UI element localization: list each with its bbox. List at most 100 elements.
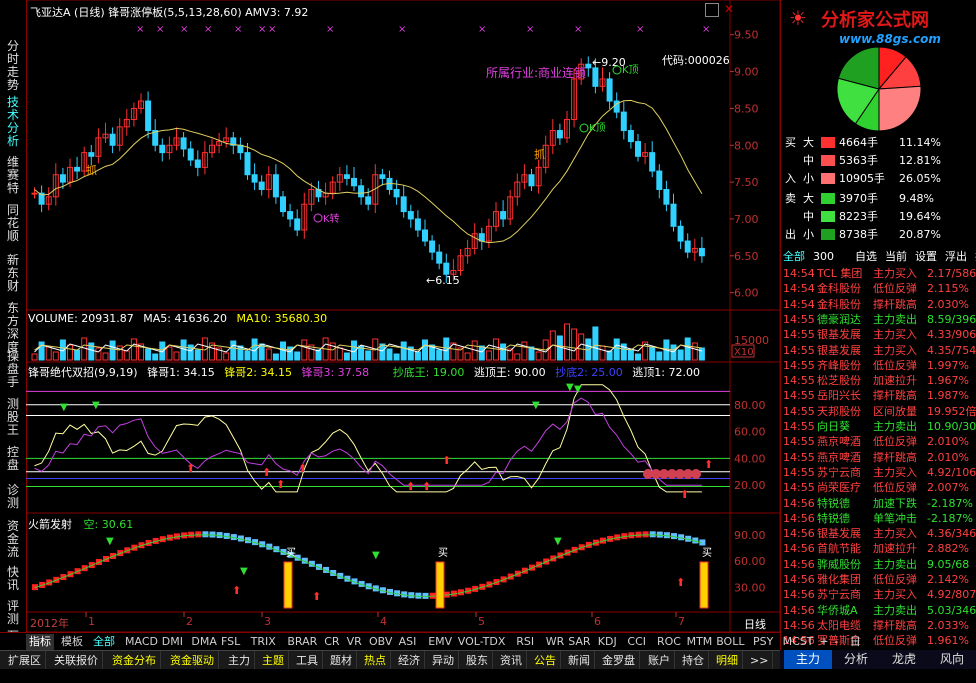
left-tab-10[interactable]: 资金流 <box>2 520 24 559</box>
news-item[interactable]: 14:56 特锐德 单笔冲击 -2.187% <box>781 511 976 526</box>
news-item[interactable]: 14:56 特锐德 加速下跌 -2.187% <box>781 496 976 511</box>
news-item[interactable]: 14:55 德豪润达 主力卖出 8.59/396 <box>781 312 976 327</box>
status-tab-0[interactable]: 扩展区 <box>4 651 46 670</box>
indicator-tab-12[interactable]: ASI <box>396 634 420 650</box>
indicator-tab-18[interactable]: KDJ <box>595 634 620 650</box>
status-tab-8[interactable]: 热点 <box>360 651 391 670</box>
news-item[interactable]: 14:54 金科股份 低位反弹 2.115% <box>781 281 976 296</box>
left-tab-2[interactable]: 维赛特 <box>2 156 24 195</box>
indicator-tab-16[interactable]: WR <box>543 634 568 650</box>
indicator-tab-22[interactable]: BOLL <box>713 634 747 650</box>
left-tab-3[interactable]: 同花顺 <box>2 204 24 243</box>
left-tab-9[interactable]: 诊测 <box>2 484 24 510</box>
news-item[interactable]: 14:55 岳阳兴长 撑杆跳高 1.987% <box>781 388 976 403</box>
news-item[interactable]: 14:55 银基发展 主力买入 4.33/906 <box>781 327 976 342</box>
status-tab-2[interactable]: 资金分布 <box>108 651 161 670</box>
status-tab-5[interactable]: 主题 <box>258 651 289 670</box>
news-item[interactable]: 14:56 银基发展 主力买入 4.36/346 <box>781 526 976 541</box>
indicator-tab-10[interactable]: VR <box>344 634 365 650</box>
news-item[interactable]: 14:56 苏宁云商 主力买入 4.92/807 <box>781 587 976 602</box>
status-tab-6[interactable]: 工具 <box>292 651 323 670</box>
news-tab-1[interactable]: 300 <box>813 248 834 265</box>
indicator-tab-26[interactable]: - <box>832 634 842 650</box>
left-tab-5[interactable]: 东方深度 <box>2 302 24 354</box>
indicator-tab-15[interactable]: RSI <box>513 634 537 650</box>
status-tab-16[interactable]: 账户 <box>644 651 675 670</box>
news-item[interactable]: 14:55 松芝股份 加速拉升 1.967% <box>781 373 976 388</box>
indicator-tab-17[interactable]: SAR <box>565 634 593 650</box>
status-tab-10[interactable]: 异动 <box>428 651 459 670</box>
indicator-tab-27[interactable]: 日 <box>847 634 864 650</box>
news-item[interactable]: 14:55 向日葵 主力卖出 10.90/30 <box>781 419 976 434</box>
status-tab-13[interactable]: 公告 <box>530 651 561 670</box>
status-tab-1[interactable]: 关联报价 <box>50 651 103 670</box>
right-tab-bar[interactable]: 主力 分析 龙虎 风向 <box>780 650 976 669</box>
indicator-tab-2[interactable]: 全部 <box>90 634 118 650</box>
indicator-tab-5[interactable]: DMA <box>188 634 220 650</box>
indicator-tab-3[interactable]: MACD <box>122 634 161 650</box>
indicator-tab-23[interactable]: PSY <box>750 634 776 650</box>
status-tab-3[interactable]: 资金驱动 <box>166 651 219 670</box>
indicator-tab-21[interactable]: MTM <box>684 634 716 650</box>
left-tab-1[interactable]: 技术分析 <box>2 96 24 148</box>
right-tab-2[interactable]: 龙虎 <box>880 650 928 669</box>
left-tab-4[interactable]: 新东财 <box>2 254 24 293</box>
indicator-tab-20[interactable]: ROC <box>654 634 684 650</box>
left-tab-12[interactable]: 评测 <box>2 600 24 626</box>
indicator-tab-6[interactable]: FSL <box>218 634 243 650</box>
news-item[interactable]: 14:56 华侨城A 主力卖出 5.03/346 <box>781 603 976 618</box>
left-tab-11[interactable]: 快讯 <box>2 566 24 592</box>
news-item[interactable]: 14:54 金科股份 撑杆跳高 2.030% <box>781 297 976 312</box>
news-tab-5[interactable]: 浮出 <box>945 248 967 265</box>
news-tab-2[interactable]: 自选 <box>855 248 877 265</box>
news-tab-3[interactable]: 当前 <box>885 248 907 265</box>
status-tab-17[interactable]: 持仓 <box>678 651 709 670</box>
news-item[interactable]: 14:56 骅威股份 主力卖出 9.05/68 <box>781 557 976 572</box>
status-tab-4[interactable]: 主力 <box>224 651 255 670</box>
news-item[interactable]: 14:56 雅化集团 低位反弹 2.142% <box>781 572 976 587</box>
indicator-tab-14[interactable]: VOL-TDX <box>455 634 509 650</box>
indicator-bar[interactable]: 指标 模板 全部 MACD DMI DMA FSL TRIX BRAR CR VR OBV ASI EMV… <box>0 632 861 651</box>
status-tab-18[interactable]: 明细 <box>712 651 743 670</box>
news-item[interactable]: 14:55 银基发展 主力买入 4.35/754 <box>781 343 976 358</box>
indicator-tab-13[interactable]: EMV <box>425 634 455 650</box>
indicator-tab-19[interactable]: CCI <box>624 634 649 650</box>
news-item[interactable]: 14:56 首航节能 加速拉升 2.882% <box>781 541 976 556</box>
indicator-tab-0[interactable]: 指标 <box>26 634 54 650</box>
left-tab-8[interactable]: 控盘 <box>2 446 24 472</box>
news-tab-4[interactable]: 设置 <box>915 248 937 265</box>
indicator-tab-25[interactable]: + <box>816 634 831 650</box>
indicator-tab-4[interactable]: DMI <box>159 634 186 650</box>
indicator-tab-24[interactable]: MCST <box>780 634 817 650</box>
right-tab-3[interactable]: 风向 <box>928 650 976 669</box>
status-tab-15[interactable]: 金罗盘 <box>598 651 640 670</box>
news-item[interactable]: 14:55 齐峰股份 低位反弹 1.997% <box>781 358 976 373</box>
status-tab-11[interactable]: 股东 <box>462 651 493 670</box>
left-tab-7[interactable]: 测股王 <box>2 398 24 437</box>
close-icon[interactable]: ✕ <box>723 3 735 15</box>
news-item[interactable]: 14:55 尚荣医疗 低位反弹 2.007% <box>781 480 976 495</box>
status-tab-14[interactable]: 新闻 <box>564 651 595 670</box>
left-tab-0[interactable]: 分时走势 <box>2 40 24 92</box>
news-item[interactable]: 14:55 燕京啤酒 撑杆跳高 2.010% <box>781 450 976 465</box>
news-tab-0[interactable]: 全部 <box>783 248 805 265</box>
news-tabs[interactable]: 全部300自选当前设置浮出扩大 <box>781 248 976 265</box>
indicator-tab-8[interactable]: BRAR <box>284 634 320 650</box>
news-item[interactable]: 14:55 苏宁云商 主力买入 4.92/106 <box>781 465 976 480</box>
news-item[interactable]: 14:54 TCL 集团 主力买入 2.17/586 <box>781 266 976 281</box>
status-tab-9[interactable]: 经济 <box>394 651 425 670</box>
news-item[interactable]: 14:55 燕京啤酒 低位反弹 2.010% <box>781 434 976 449</box>
status-tab-7[interactable]: 题材 <box>326 651 357 670</box>
indicator-tab-7[interactable]: TRIX <box>248 634 279 650</box>
status-tab-12[interactable]: 资讯 <box>496 651 527 670</box>
indicator-tab-1[interactable]: 模板 <box>58 634 86 650</box>
restore-icon[interactable] <box>705 3 719 17</box>
right-tab-0[interactable]: 主力 <box>784 650 832 669</box>
news-item[interactable]: 14:55 天邦股份 区间放量 19.952倍 <box>781 404 976 419</box>
status-tab-19[interactable]: >> <box>746 651 774 670</box>
left-tab-6[interactable]: 操盘手 <box>2 350 24 389</box>
indicator-tab-9[interactable]: CR <box>321 634 342 650</box>
news-item[interactable]: 14:56 太阳电缆 撑杆跳高 2.033% <box>781 618 976 633</box>
indicator-tab-11[interactable]: OBV <box>366 634 395 650</box>
right-tab-1[interactable]: 分析 <box>832 650 880 669</box>
